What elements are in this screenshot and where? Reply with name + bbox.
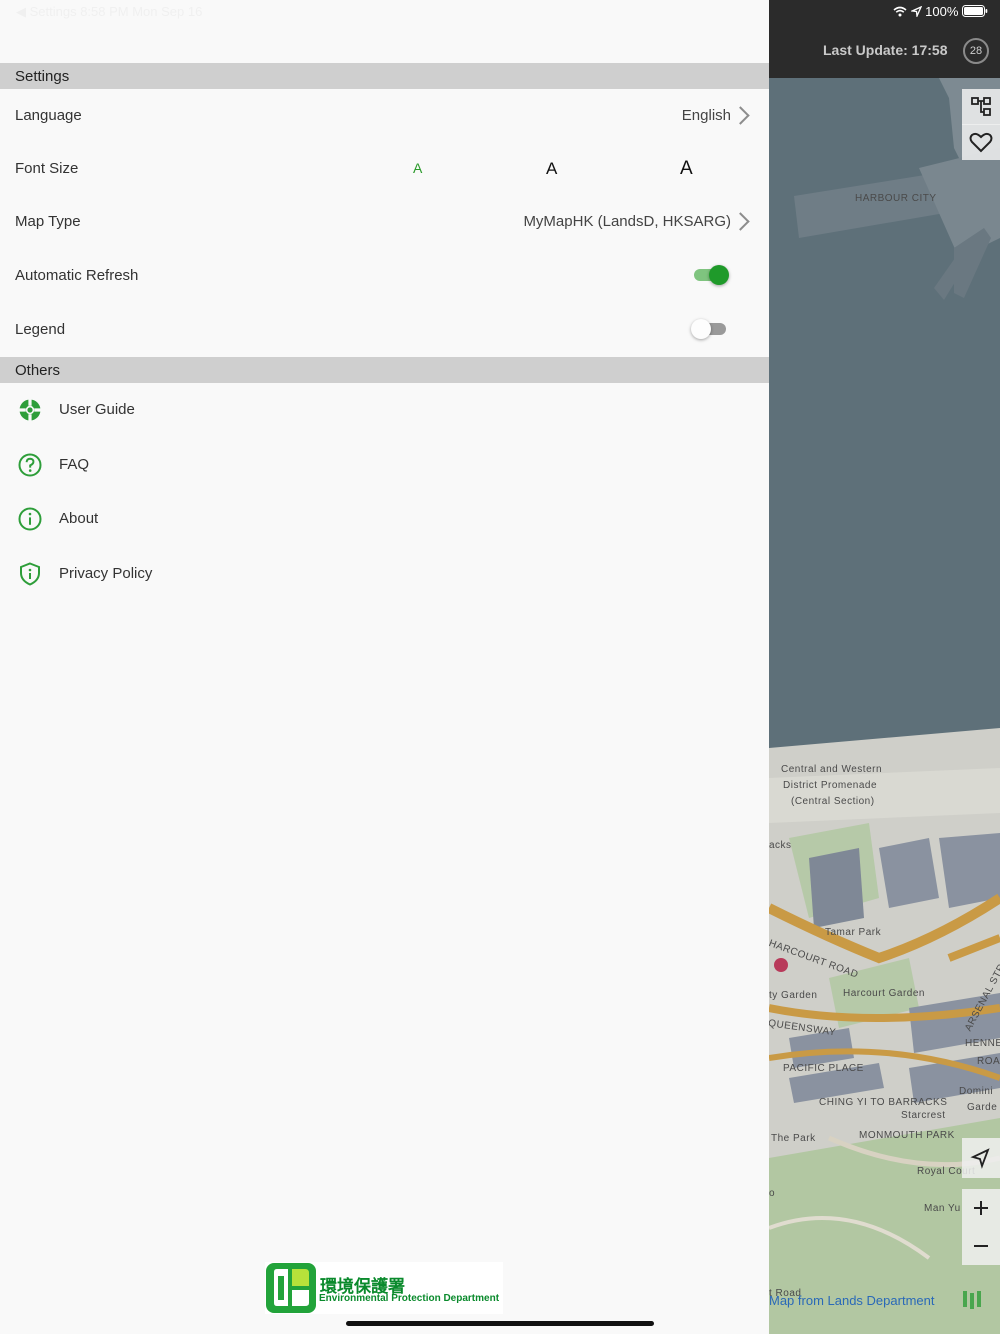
tree-structure-icon <box>971 97 991 116</box>
location-arrow-icon <box>909 5 922 19</box>
font-size-large-option[interactable]: A <box>680 158 693 180</box>
automatic-refresh-toggle[interactable] <box>694 265 729 285</box>
home-indicator <box>346 1321 654 1326</box>
user-guide-label: User Guide <box>59 401 135 418</box>
map-label-domini: Domini <box>959 1086 994 1097</box>
settings-section-header: Settings <box>0 63 769 89</box>
favorites-button[interactable] <box>962 124 1000 160</box>
map-view[interactable]: HARBOUR CITY Central and Western Distric… <box>769 78 1000 1334</box>
map-label-harbour-city: HARBOUR CITY <box>855 193 937 204</box>
privacy-policy-item[interactable]: Privacy Policy <box>0 547 769 601</box>
zoom-controls <box>962 1189 1000 1265</box>
privacy-policy-label: Privacy Policy <box>59 565 153 582</box>
zoom-in-button[interactable] <box>962 1189 1000 1227</box>
landsd-logo-icon <box>963 1291 981 1309</box>
about-label: About <box>59 510 99 527</box>
shield-info-icon <box>20 562 40 586</box>
map-label-promenade-2: District Promenade <box>783 780 878 791</box>
faq-item[interactable]: FAQ <box>0 438 769 492</box>
toggle-knob <box>691 319 711 339</box>
map-label-henne: HENNE <box>965 1038 1000 1049</box>
legend-toggle[interactable] <box>691 319 726 339</box>
settings-panel: ◀ Settings 8:58 PM Mon Sep 16 Settings L… <box>0 0 769 1334</box>
battery-icon <box>962 5 988 17</box>
automatic-refresh-row: Automatic Refresh <box>0 248 769 302</box>
map-label-promenade-3: (Central Section) <box>791 796 875 807</box>
epd-logo: 環境保護署 Environmental Protection Departmen… <box>265 1262 503 1314</box>
zoom-out-button[interactable] <box>962 1227 1000 1265</box>
map-label-man-yu: Man Yu <box>924 1203 961 1214</box>
map-type-value: MyMapHK (LandsD, HKSARG) <box>523 213 731 230</box>
map-label-o: o <box>769 1188 776 1199</box>
map-label-starcrest: Starcrest <box>901 1110 946 1121</box>
map-type-label: Map Type <box>15 213 81 230</box>
status-bar-right: 100% <box>893 4 988 19</box>
map-label-roa: ROA <box>977 1056 1000 1067</box>
faq-label: FAQ <box>59 456 90 473</box>
others-section-header: Others <box>0 357 769 383</box>
layers-button[interactable] <box>962 89 1000 125</box>
font-size-medium-option[interactable]: A <box>546 159 557 179</box>
toggle-knob <box>709 265 729 285</box>
locate-button[interactable] <box>962 1138 1000 1178</box>
font-size-label: Font Size <box>15 160 79 177</box>
map-label-acks: acks <box>769 840 792 851</box>
map-label-barracks: CHING YI TO BARRACKS <box>819 1097 948 1108</box>
map-label-ty-garden: ty Garden <box>769 990 818 1001</box>
question-circle-icon <box>18 453 42 477</box>
language-value: English <box>681 107 731 124</box>
logo-english-text: Environmental Protection Department <box>319 1293 500 1304</box>
settings-section-title: Settings <box>15 68 70 85</box>
map-panel[interactable]: 100% Last Update: 17:58 28 HARBOUR CITY … <box>769 0 1000 1334</box>
map-label-the-park: The Park <box>771 1133 816 1144</box>
font-size-small-option[interactable]: A <box>413 160 422 176</box>
map-type-row[interactable]: Map Type MyMapHK (LandsD, HKSARG) <box>0 195 769 248</box>
map-header: 100% Last Update: 17:58 28 <box>769 0 1000 78</box>
user-guide-item[interactable]: User Guide <box>0 383 769 437</box>
lifebuoy-icon <box>19 399 41 421</box>
map-label-monmouth: MONMOUTH PARK <box>859 1130 955 1141</box>
refresh-countdown-badge[interactable]: 28 <box>963 38 989 64</box>
map-label-tamar-park: Tamar Park <box>825 927 882 938</box>
wifi-icon <box>893 6 907 17</box>
location-arrow-icon <box>970 1148 990 1169</box>
battery-percent: 100% <box>925 4 959 19</box>
map-label-garde: Garde <box>967 1102 998 1113</box>
map-label-pacific-place: PACIFIC PLACE <box>783 1063 864 1074</box>
language-row[interactable]: Language English <box>0 89 769 142</box>
epd-emblem-icon <box>266 1263 316 1313</box>
heart-icon <box>969 132 993 153</box>
map-credit-link[interactable]: Map from Lands Department <box>769 1293 934 1308</box>
font-size-row: Font Size A A A <box>0 142 769 195</box>
chevron-right-icon <box>731 106 750 125</box>
info-circle-icon <box>18 507 42 531</box>
others-section-title: Others <box>15 362 61 379</box>
chevron-right-icon <box>731 212 750 231</box>
automatic-refresh-label: Automatic Refresh <box>15 267 139 284</box>
map-label-harcourt-garden: Harcourt Garden <box>843 988 925 999</box>
legend-label: Legend <box>15 321 66 338</box>
status-bar-left: ◀ Settings 8:58 PM Mon Sep 16 <box>16 4 203 19</box>
last-update-text: Last Update: 17:58 <box>823 42 948 58</box>
map-label-promenade-1: Central and Western <box>781 764 883 775</box>
legend-row: Legend <box>0 302 769 356</box>
about-item[interactable]: About <box>0 492 769 546</box>
language-label: Language <box>15 107 82 124</box>
